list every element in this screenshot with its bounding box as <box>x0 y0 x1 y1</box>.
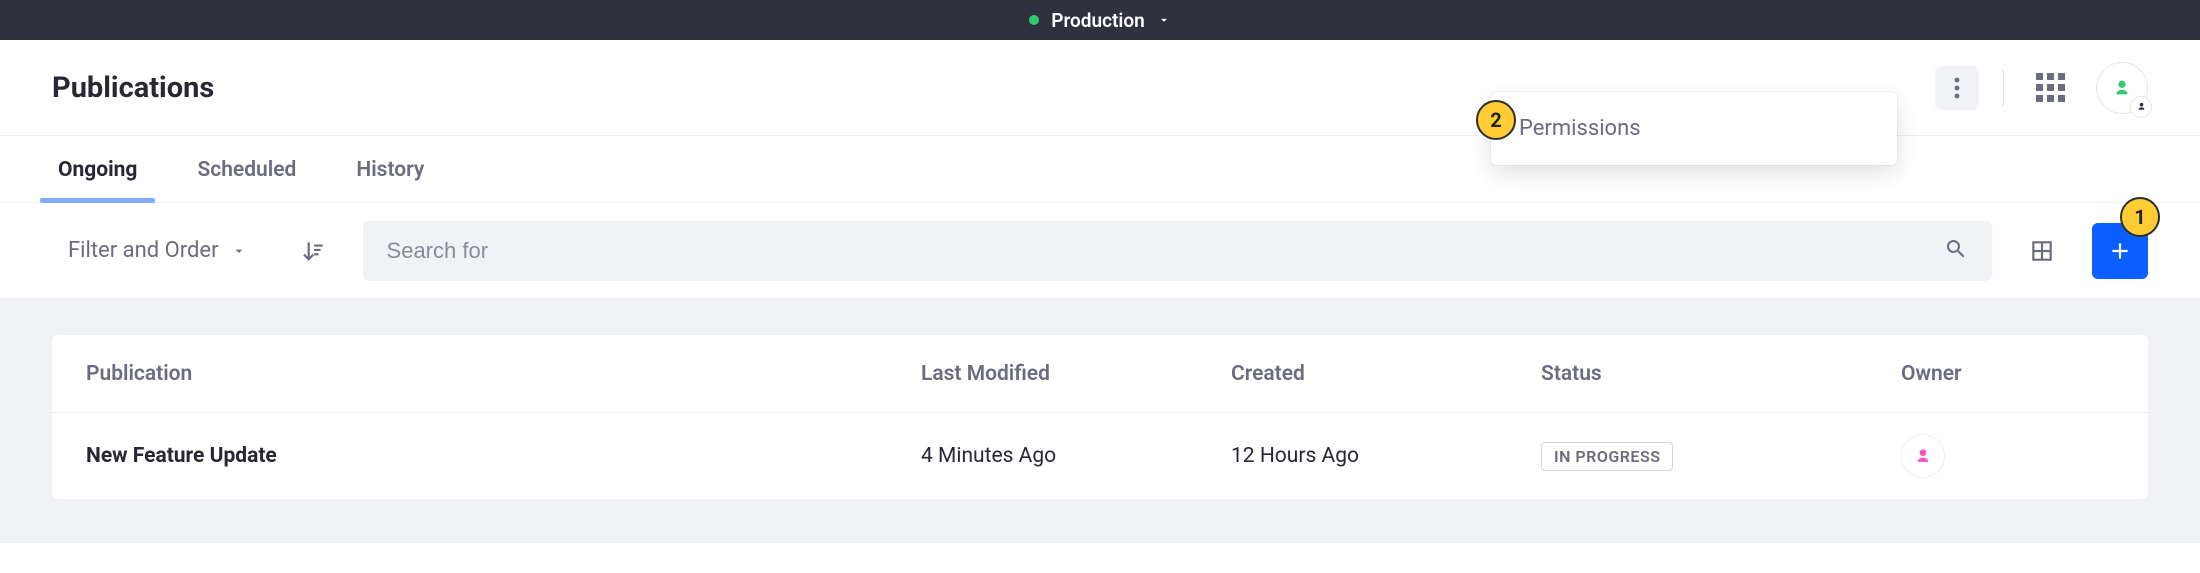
chevron-down-icon <box>231 243 247 259</box>
callout-2-number: 2 <box>1490 108 1501 132</box>
tab-history-label: History <box>356 158 424 182</box>
col-publication[interactable]: Publication <box>86 362 921 386</box>
content-area: Publication Last Modified Created Status… <box>0 299 2200 543</box>
publication-status: IN PROGRESS <box>1541 442 1901 471</box>
header-actions <box>1935 62 2148 114</box>
sort-icon <box>300 238 326 264</box>
sort-button[interactable] <box>291 229 335 273</box>
tab-scheduled-label: Scheduled <box>197 158 296 182</box>
user-avatar[interactable] <box>2096 62 2148 114</box>
row-actions-button[interactable] <box>2111 434 2148 478</box>
filter-and-order-dropdown[interactable]: Filter and Order <box>52 230 263 271</box>
tab-history[interactable]: History <box>350 136 430 202</box>
page-header: Publications Permissions 2 <box>0 40 2200 136</box>
callout-1-number: 1 <box>2134 205 2145 229</box>
callout-badge-2: 2 <box>1476 100 1516 140</box>
callout-badge-1: 1 <box>2120 197 2160 237</box>
environment-bar[interactable]: Production <box>0 0 2200 40</box>
table-header-row: Publication Last Modified Created Status… <box>52 335 2148 413</box>
publication-last-modified: 4 Minutes Ago <box>921 444 1231 468</box>
user-small-icon <box>2136 101 2147 112</box>
popover-permissions-item[interactable]: Permissions <box>1519 116 1869 141</box>
header-kebab-button[interactable] <box>1935 66 1979 110</box>
chevron-down-icon <box>1157 13 1171 27</box>
col-created[interactable]: Created <box>1231 362 1541 386</box>
publication-created: 12 Hours Ago <box>1231 444 1541 468</box>
filter-label-text: Filter and Order <box>68 238 219 263</box>
search-input[interactable] <box>387 238 1928 264</box>
col-owner[interactable]: Owner <box>1901 362 2111 386</box>
owner-avatar[interactable] <box>1901 434 1945 478</box>
table-row[interactable]: New Feature Update 4 Minutes Ago 12 Hour… <box>52 413 2148 499</box>
user-icon <box>1913 446 1933 466</box>
env-label: Production <box>1051 9 1144 32</box>
publication-name: New Feature Update <box>86 444 921 468</box>
user-icon <box>2111 77 2133 99</box>
tab-scheduled[interactable]: Scheduled <box>191 136 302 202</box>
apps-grid-icon <box>2036 73 2065 102</box>
publication-owner <box>1901 434 2111 478</box>
apps-menu-button[interactable] <box>2028 66 2072 110</box>
publications-table: Publication Last Modified Created Status… <box>52 335 2148 499</box>
kebab-icon <box>1954 76 1960 100</box>
search-icon <box>1944 237 1968 265</box>
impersonate-badge <box>2130 96 2152 118</box>
status-badge: IN PROGRESS <box>1541 442 1673 471</box>
col-last-modified[interactable]: Last Modified <box>921 362 1231 386</box>
search-field-wrapper <box>363 221 1992 281</box>
header-divider <box>2003 70 2004 106</box>
page-title: Publications <box>52 71 214 105</box>
tab-ongoing-label: Ongoing <box>58 158 137 182</box>
toolbar: Filter and Order 1 <box>0 203 2200 299</box>
view-grid-button[interactable] <box>2020 229 2064 273</box>
col-status[interactable]: Status <box>1541 362 1901 386</box>
header-kebab-popover: Permissions <box>1491 92 1897 165</box>
env-status-dot <box>1029 15 1039 25</box>
tab-ongoing[interactable]: Ongoing <box>52 136 143 202</box>
plus-icon <box>2107 238 2133 264</box>
grid-view-icon <box>2029 238 2055 264</box>
